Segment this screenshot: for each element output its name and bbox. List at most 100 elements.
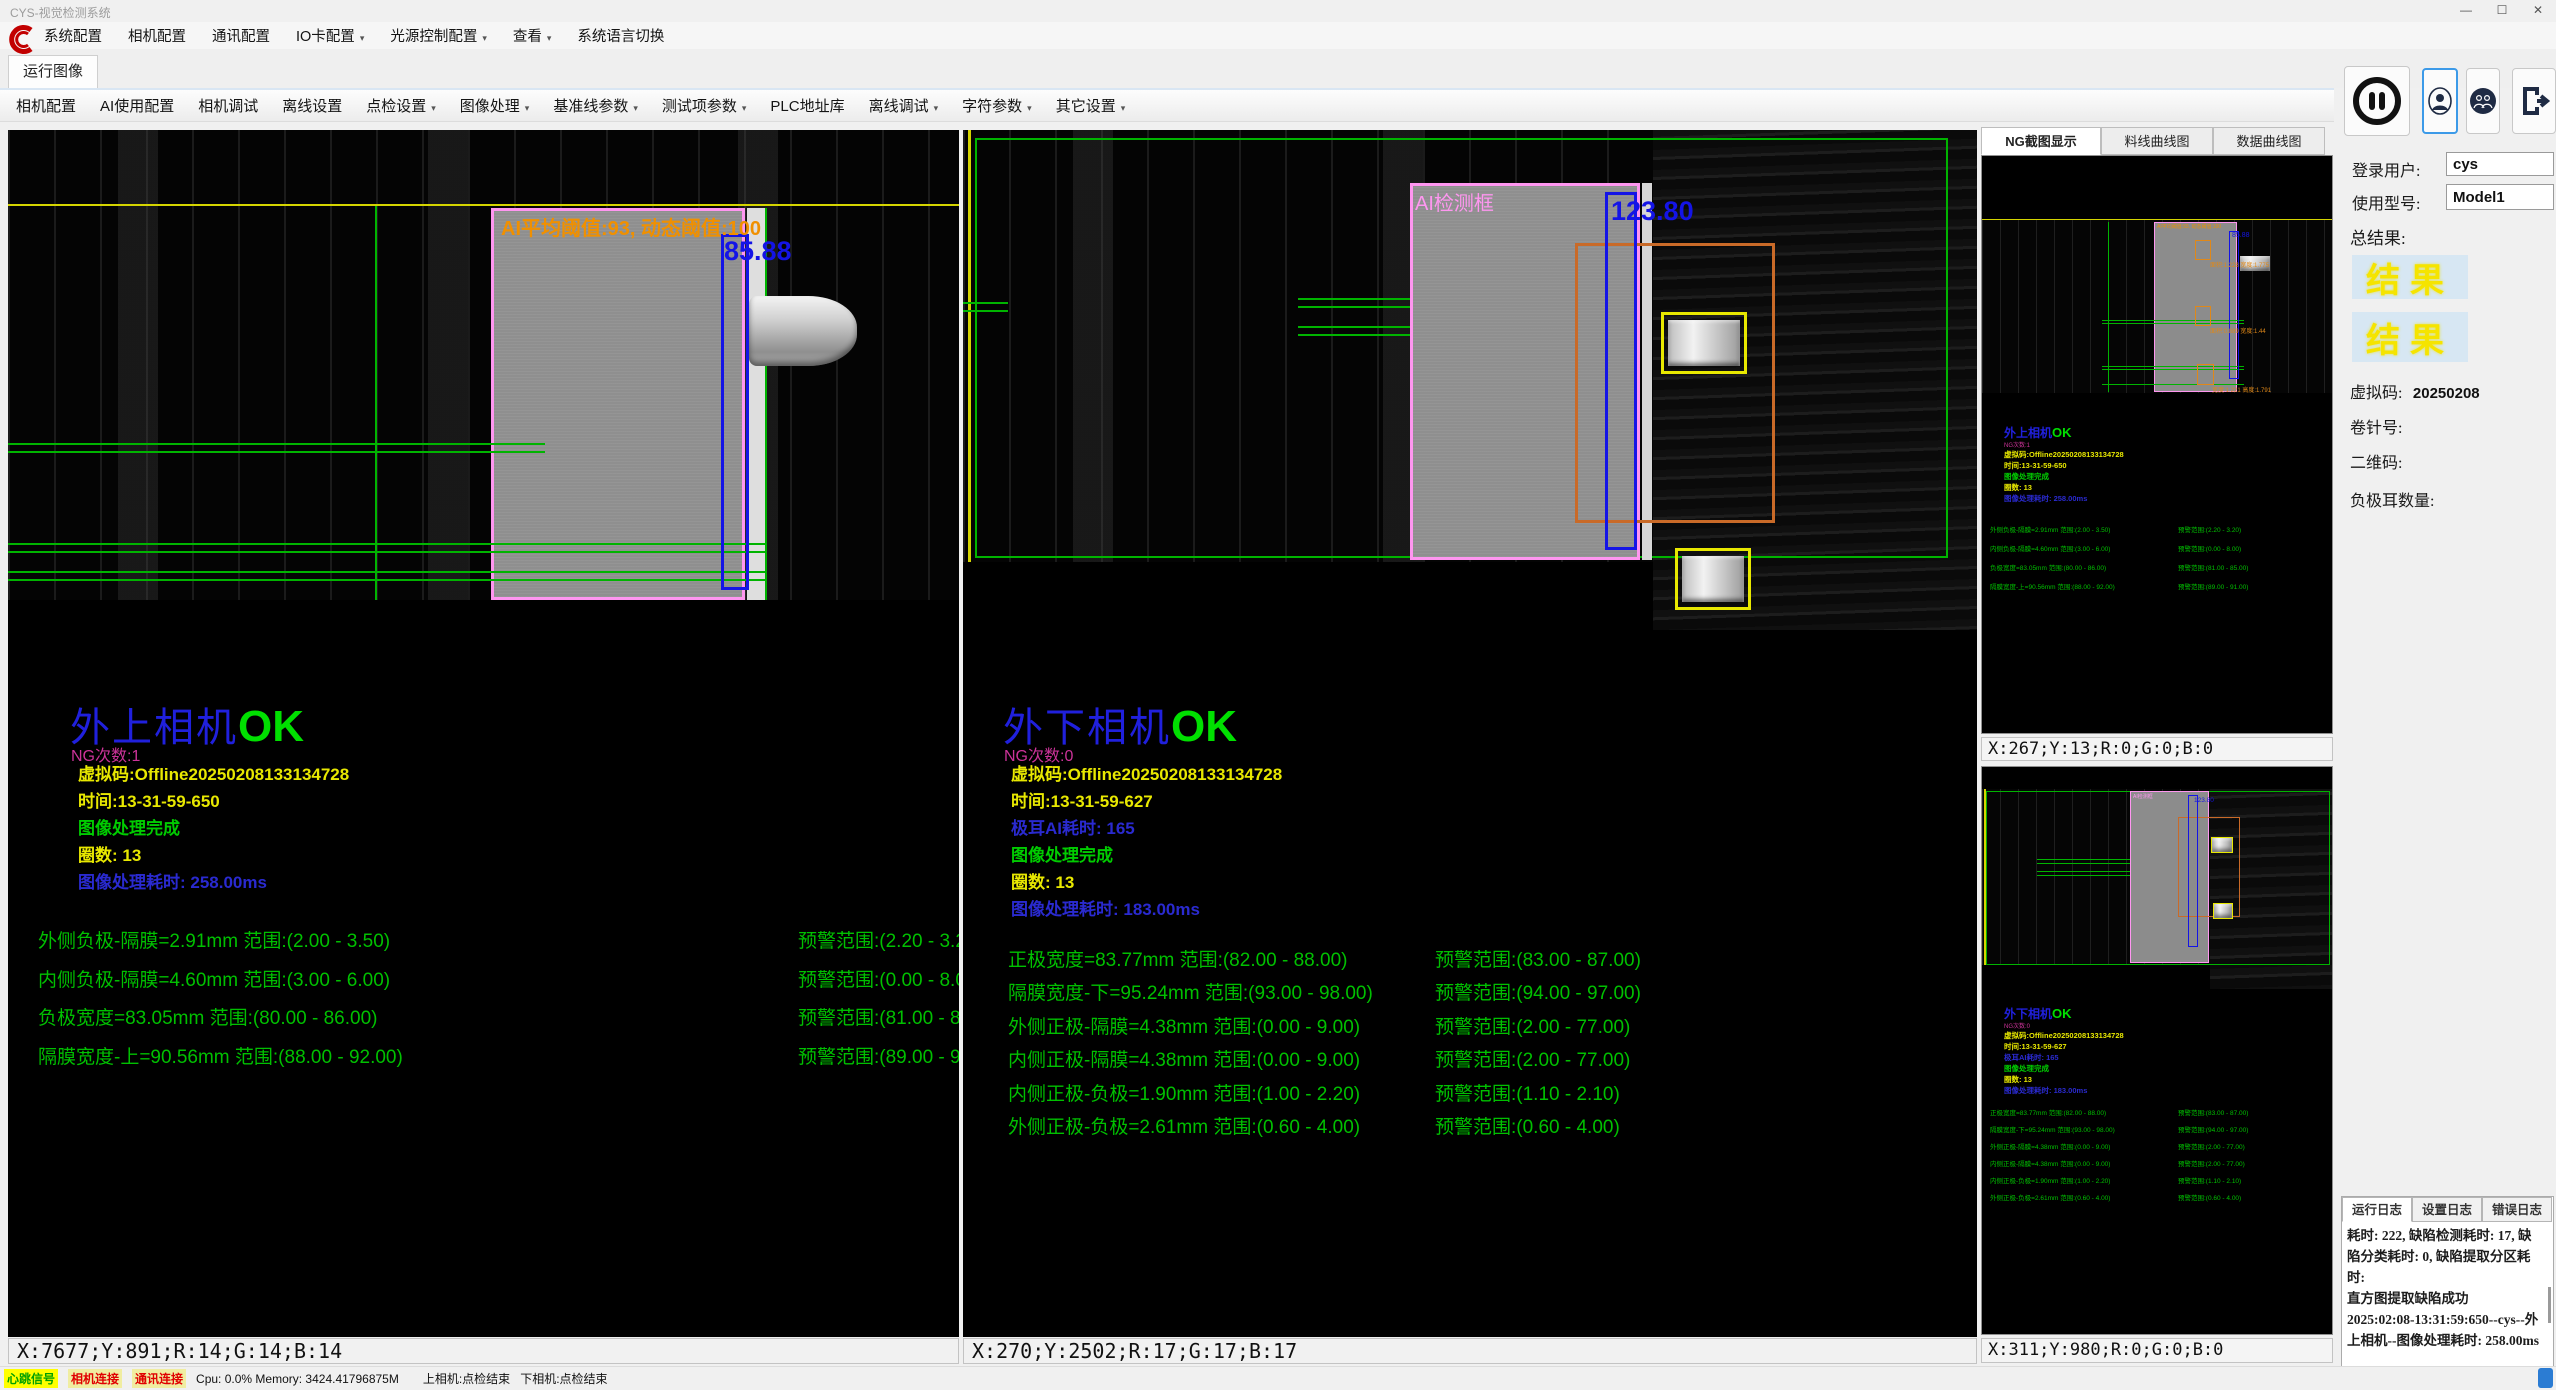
exit-icon bbox=[2517, 84, 2551, 118]
camera-result: OK bbox=[238, 702, 304, 751]
info-turns: 圈数: 13 bbox=[1011, 868, 1074, 893]
mini-info: 圈数: 13 bbox=[2004, 1074, 2032, 1085]
warn-range: 预警范围:(2.00 - 77.00) bbox=[1435, 1012, 1630, 1039]
mini-info: 图像处理完成 bbox=[2004, 471, 2049, 482]
tool-ai-use-config[interactable]: AI使用配置 bbox=[100, 95, 174, 116]
camera-view-upper[interactable]: AI平均阈值:93, 动态阈值:100 85.88 外上相机OK NG次数:1 … bbox=[8, 130, 959, 1337]
measurement: 隔膜宽度-上=90.56mm 范围:(88.00 - 92.00) bbox=[38, 1042, 403, 1069]
tab-settings-log[interactable]: 设置日志 bbox=[2412, 1197, 2482, 1222]
upper-camera-check-status: 上相机:点检结束 bbox=[423, 1370, 510, 1387]
menu-comm-config[interactable]: 通讯配置 bbox=[212, 25, 270, 46]
tab-line-curve[interactable]: 料线曲线图 bbox=[2101, 127, 2213, 155]
measure-line bbox=[963, 310, 1008, 312]
mini-measure-value: 85.88 bbox=[2232, 232, 2250, 239]
measurement: 外侧正极-负极=2.61mm 范围:(0.60 - 4.00) bbox=[1008, 1112, 1360, 1139]
mini-warn: 预警范围:(1.10 - 2.10) bbox=[2178, 1175, 2241, 1185]
preview-lower-pixel-status: X:311;Y:980;R:0;G:0;B:0 bbox=[1981, 1338, 2333, 1363]
mini-measurement: 外侧负极-隔膜=2.91mm 范围:(2.00 - 3.50) bbox=[1990, 524, 2110, 534]
tool-baseline-params[interactable]: 基准线参数 bbox=[553, 95, 638, 116]
tab-ng-screenshot[interactable]: NG截图显示 bbox=[1981, 127, 2101, 155]
camera-link-badge: 相机连接 bbox=[68, 1369, 122, 1388]
close-button[interactable]: ✕ bbox=[2520, 0, 2556, 21]
negative-tab-count-label: 负极耳数量: bbox=[2350, 487, 2434, 511]
ng-preview-upper[interactable]: AI平均阈值:93, 动态阈值:100 85.88 面积:1.228 宽度:1.… bbox=[1981, 155, 2333, 734]
maximize-button[interactable]: ☐ bbox=[2484, 0, 2520, 21]
user-icon bbox=[2426, 86, 2454, 116]
info-time: 时间:13-31-59-650 bbox=[78, 787, 220, 812]
vcode-row: 虚拟码: 20250208 bbox=[2350, 379, 2480, 403]
login-user-input[interactable] bbox=[2446, 152, 2554, 176]
mini-yellow-line bbox=[1984, 789, 1986, 965]
tool-offline-settings[interactable]: 离线设置 bbox=[282, 95, 342, 116]
tool-camera-config[interactable]: 相机配置 bbox=[16, 95, 76, 116]
menu-io-card-config[interactable]: IO卡配置 bbox=[296, 25, 364, 46]
menu-bar: 系统配置 相机配置 通讯配置 IO卡配置 光源控制配置 查看 系统语言切换 bbox=[0, 22, 2556, 49]
tool-char-params[interactable]: 字符参数 bbox=[962, 95, 1032, 116]
info-time: 时间:13-31-59-627 bbox=[1011, 787, 1153, 812]
camera-view-lower[interactable]: AI检测框 123.80 外下相机OK NG次数:0 虚拟码:Offline20… bbox=[963, 130, 1977, 1337]
camera-result: OK bbox=[1171, 702, 1237, 751]
mini-blue-box bbox=[2188, 795, 2198, 947]
menu-system-config[interactable]: 系统配置 bbox=[44, 25, 102, 46]
tool-camera-debug[interactable]: 相机调试 bbox=[198, 95, 258, 116]
measurement: 外侧正极-隔膜=4.38mm 范围:(0.00 - 9.00) bbox=[1008, 1012, 1360, 1039]
tab-data-curve[interactable]: 数据曲线图 bbox=[2213, 127, 2325, 155]
tool-test-item-params[interactable]: 测试项参数 bbox=[662, 95, 747, 116]
window-title: CYS-视觉检测系统 bbox=[10, 4, 111, 21]
info-process-time: 图像处理耗时: 183.00ms bbox=[1011, 895, 1200, 920]
mini-blue-box bbox=[2229, 231, 2239, 379]
title-bar: CYS-视觉检测系统 — ☐ ✕ bbox=[0, 0, 2556, 22]
menu-camera-config[interactable]: 相机配置 bbox=[128, 25, 186, 46]
mini-warn: 预警范围:(2.00 - 77.00) bbox=[2178, 1158, 2245, 1168]
mini-measurement: 外侧正极-负极=2.61mm 范围:(0.60 - 4.00) bbox=[1990, 1192, 2110, 1202]
measure-line bbox=[8, 551, 765, 553]
tool-offline-debug[interactable]: 离线调试 bbox=[869, 95, 939, 116]
tab-detect-box-2 bbox=[1675, 548, 1751, 610]
warn-range: 预警范围:(0.00 - 8.00) bbox=[798, 965, 959, 992]
info-ai-time: 极耳AI耗时: 165 bbox=[1011, 814, 1135, 839]
mini-measurement: 内侧负极-隔膜=4.60mm 范围:(3.00 - 6.00) bbox=[1990, 543, 2110, 553]
tab-run-image[interactable]: 运行图像 bbox=[8, 55, 98, 88]
tool-spot-check-settings[interactable]: 点检设置 bbox=[366, 95, 436, 116]
baseline-yellow-vertical bbox=[968, 130, 971, 562]
defect-annotation: 宽度:1.221 高度:1.791 bbox=[2212, 385, 2271, 394]
login-user-label: 登录用户: bbox=[2352, 157, 2420, 181]
menu-light-control-config[interactable]: 光源控制配置 bbox=[390, 25, 487, 46]
mini-measurement: 正极宽度=83.77mm 范围:(82.00 - 88.00) bbox=[1990, 1107, 2106, 1117]
info-turns: 圈数: 13 bbox=[78, 841, 141, 866]
users-button[interactable] bbox=[2466, 68, 2500, 134]
tab-error-log[interactable]: 错误日志 bbox=[2482, 1197, 2552, 1222]
tool-other-settings[interactable]: 其它设置 bbox=[1056, 95, 1126, 116]
lower-camera-check-status: 下相机:点检结束 bbox=[520, 1370, 607, 1387]
vcode-value: 20250208 bbox=[2413, 385, 2480, 402]
menu-view[interactable]: 查看 bbox=[513, 25, 552, 46]
preview-upper-pixel-status: X:267;Y:13;R:0;G:0;B:0 bbox=[1981, 737, 2333, 761]
app-logo bbox=[3, 23, 36, 57]
menu-language-switch[interactable]: 系统语言切换 bbox=[577, 25, 664, 46]
heartbeat-badge: 心跳信号 bbox=[4, 1369, 58, 1388]
tab-run-log[interactable]: 运行日志 bbox=[2342, 1197, 2412, 1222]
mini-ng: NG次数:0 bbox=[2004, 1021, 2030, 1030]
exit-button[interactable] bbox=[2512, 68, 2556, 134]
status-bar: 心跳信号 相机连接 通讯连接 Cpu: 0.0% Memory: 3424.41… bbox=[0, 1366, 2556, 1390]
mini-ai-text: AI检测框 bbox=[2133, 793, 2153, 800]
mini-info: 虚拟码:Offline20250208133134728 bbox=[2004, 1030, 2124, 1041]
electrode-region-box bbox=[491, 208, 745, 600]
mini-measure-line bbox=[2102, 369, 2244, 370]
mini-measurement: 内侧正极-负极=1.90mm 范围:(1.00 - 2.20) bbox=[1990, 1175, 2110, 1185]
pause-button[interactable] bbox=[2344, 66, 2410, 136]
measure-line bbox=[8, 571, 765, 573]
tool-image-processing[interactable]: 图像处理 bbox=[460, 95, 530, 116]
measure-line bbox=[8, 579, 765, 581]
tool-plc-address-lib[interactable]: PLC地址库 bbox=[770, 95, 844, 116]
tray-icon[interactable] bbox=[2538, 1368, 2553, 1388]
mini-info: 虚拟码:Offline20250208133134728 bbox=[2004, 449, 2124, 460]
ng-preview-lower[interactable]: AI检测框 123.80 外下相机OK NG次数:0 虚拟码:Offline20… bbox=[1981, 766, 2333, 1335]
log-scrollbar[interactable] bbox=[2548, 1287, 2551, 1323]
model-input[interactable] bbox=[2446, 184, 2554, 210]
mini-warn: 预警范围:(89.00 - 91.00) bbox=[2178, 581, 2248, 591]
minimize-button[interactable]: — bbox=[2448, 0, 2484, 21]
defect-box bbox=[2195, 240, 2211, 260]
measurement: 负极宽度=83.05mm 范围:(80.00 - 86.00) bbox=[38, 1003, 378, 1030]
user-button[interactable] bbox=[2422, 68, 2458, 134]
